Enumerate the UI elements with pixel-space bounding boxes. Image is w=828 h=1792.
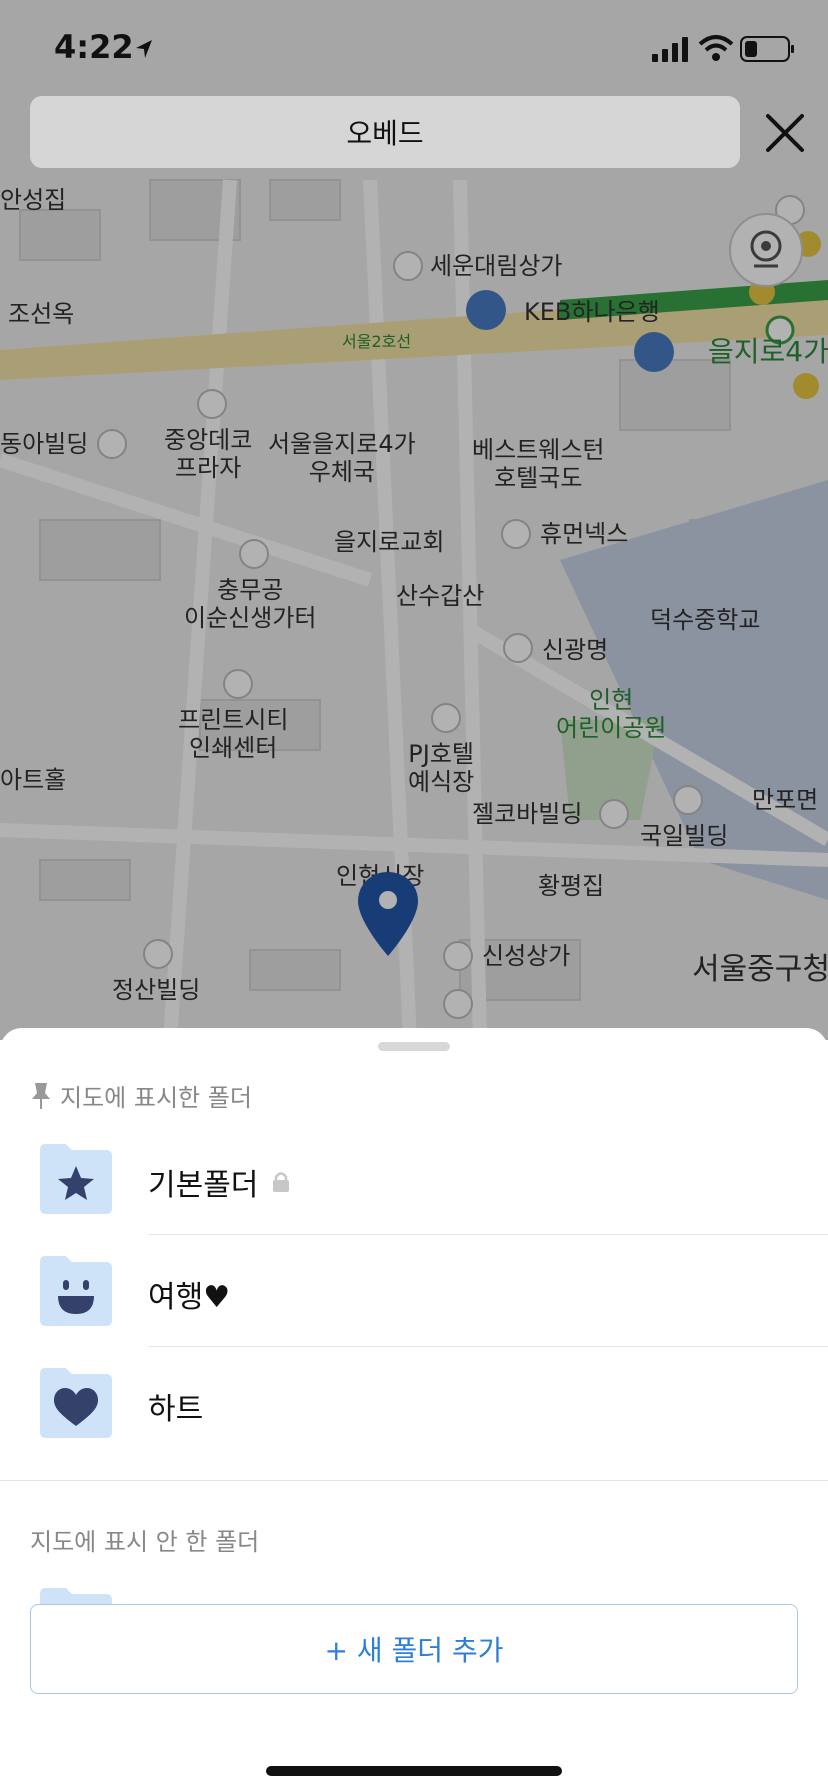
battery-icon bbox=[740, 36, 794, 62]
folder-row[interactable]: 여행♥ bbox=[0, 1236, 828, 1348]
status-bar: 4:22 bbox=[0, 0, 828, 96]
section-header-hidden: 지도에 표시 안 한 폴더 bbox=[30, 1522, 259, 1557]
folder-row[interactable]: 회조 bbox=[0, 1568, 828, 1604]
folder-name: 기본폴더 bbox=[148, 1168, 259, 1203]
location-arrow-icon bbox=[136, 40, 152, 58]
status-time: 4:22 bbox=[54, 28, 134, 66]
place-search-bar[interactable]: 오베드 bbox=[30, 96, 740, 168]
pin-icon bbox=[32, 1082, 50, 1109]
add-folder-label: + 새 폴더 추가 bbox=[324, 1634, 504, 1667]
section-title: 지도에 표시한 폴더 bbox=[60, 1084, 252, 1112]
section-divider bbox=[0, 1480, 828, 1481]
folder-name: 여행♥ bbox=[148, 1280, 231, 1315]
signal-icon bbox=[652, 37, 688, 62]
section-title: 지도에 표시 안 한 폴더 bbox=[30, 1528, 260, 1556]
folder-row[interactable]: 기본폴더 bbox=[0, 1124, 828, 1236]
folder-heart-icon bbox=[40, 1368, 112, 1438]
folder-row[interactable]: 하트 bbox=[0, 1348, 828, 1460]
lock-icon bbox=[273, 1172, 290, 1192]
section-header-visible: 지도에 표시한 폴더 bbox=[30, 1078, 252, 1113]
divider bbox=[148, 1346, 828, 1347]
wifi-icon bbox=[698, 35, 734, 61]
place-title: 오베드 bbox=[346, 117, 424, 150]
folder-name: 하트 bbox=[148, 1392, 204, 1427]
close-icon[interactable] bbox=[760, 108, 810, 158]
divider bbox=[148, 1234, 828, 1235]
sheet-grab-handle[interactable] bbox=[378, 1042, 450, 1051]
folder-star-icon bbox=[40, 1144, 112, 1214]
folder-smile-icon bbox=[40, 1256, 112, 1326]
home-indicator bbox=[266, 1766, 562, 1776]
add-folder-button[interactable]: + 새 폴더 추가 bbox=[30, 1604, 798, 1694]
folder-star-icon bbox=[40, 1588, 112, 1604]
